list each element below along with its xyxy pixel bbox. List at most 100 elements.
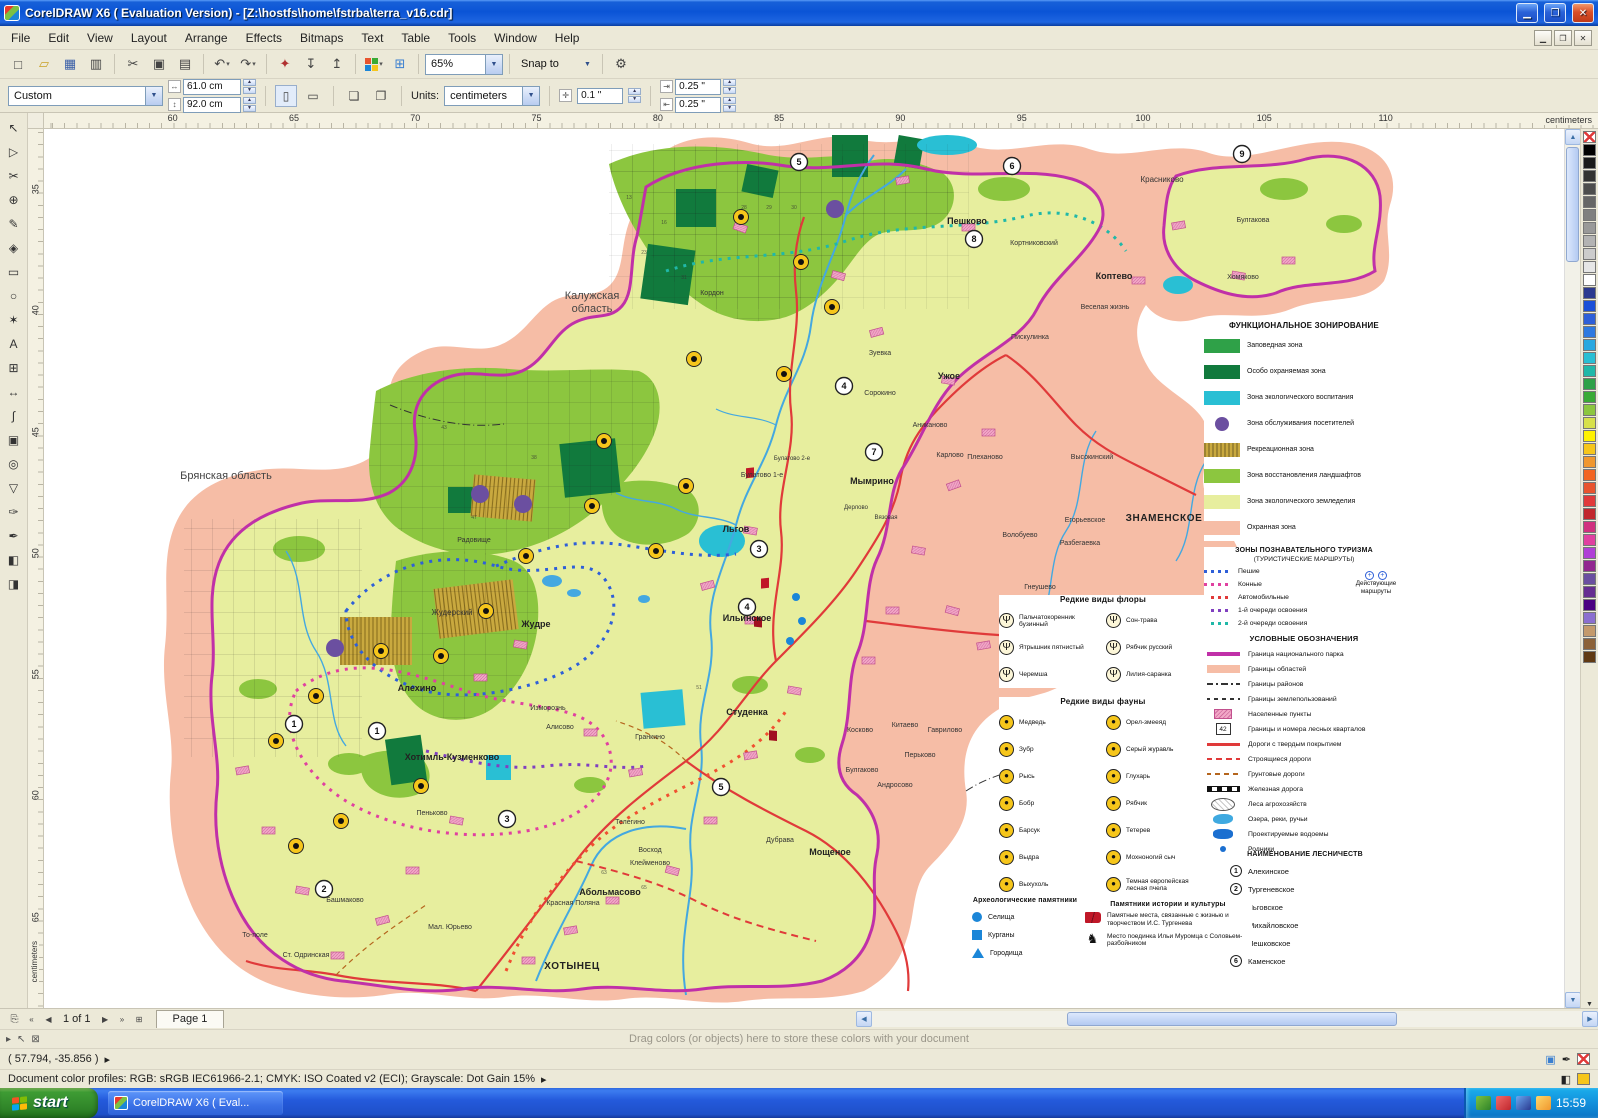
- menu-item[interactable]: Layout: [122, 28, 176, 48]
- menu-item[interactable]: Help: [546, 28, 589, 48]
- palette-swatch[interactable]: [1583, 313, 1596, 325]
- smart-fill-tool[interactable]: ◈: [2, 236, 26, 260]
- page-width-spinner[interactable]: ▲ ▼: [243, 79, 256, 94]
- portrait-button[interactable]: ▯: [275, 84, 297, 107]
- save-button[interactable]: ▦: [58, 52, 82, 76]
- ruler-origin-corner[interactable]: [28, 113, 44, 129]
- palette-swatch[interactable]: [1583, 300, 1596, 312]
- palette-eyedropper-icon[interactable]: ↖: [17, 1034, 25, 1045]
- palette-swatch[interactable]: [1583, 404, 1596, 416]
- palette-swatch[interactable]: [1583, 287, 1596, 299]
- first-page-button[interactable]: «: [23, 1011, 40, 1027]
- application-launcher-button[interactable]: ▾: [362, 52, 386, 76]
- color-eyedropper-tool[interactable]: ✑: [2, 500, 26, 524]
- vertical-scrollbar[interactable]: ▲ ▼: [1564, 129, 1581, 1008]
- close-button[interactable]: ✕: [1572, 3, 1594, 23]
- palette-swatch[interactable]: [1583, 248, 1596, 260]
- doc-minimize-button[interactable]: ▁: [1534, 30, 1552, 46]
- vertical-scroll-thumb[interactable]: [1566, 147, 1579, 262]
- redo-button[interactable]: ↷ ▾: [236, 52, 260, 76]
- menu-item[interactable]: Edit: [39, 28, 78, 48]
- landscape-button[interactable]: ▭: [302, 85, 324, 107]
- page-preset-combo[interactable]: Custom ▼: [8, 85, 163, 106]
- zoom-tool[interactable]: ⊕: [2, 188, 26, 212]
- palette-swatch[interactable]: [1583, 235, 1596, 247]
- import-button[interactable]: ↧: [299, 52, 323, 76]
- palette-swatch[interactable]: [1583, 274, 1596, 286]
- palette-swatch[interactable]: [1583, 599, 1596, 611]
- tray-icon-2[interactable]: [1495, 1096, 1511, 1110]
- polygon-tool[interactable]: ✶: [2, 308, 26, 332]
- crop-tool[interactable]: ✂: [2, 164, 26, 188]
- palette-swatch[interactable]: [1583, 339, 1596, 351]
- start-button[interactable]: start: [0, 1088, 98, 1118]
- freehand-tool[interactable]: ✎: [2, 212, 26, 236]
- palette-swatch[interactable]: [1583, 144, 1596, 156]
- units-combo[interactable]: centimeters ▼: [444, 85, 541, 106]
- palette-no-color-icon[interactable]: ⊠: [31, 1034, 39, 1045]
- open-button[interactable]: ▱: [32, 52, 56, 76]
- rectangle-tool[interactable]: ▭: [2, 260, 26, 284]
- menu-item[interactable]: Text: [352, 28, 392, 48]
- all-pages-button[interactable]: ❏: [343, 85, 365, 107]
- scroll-up-icon[interactable]: ▲: [1565, 129, 1581, 145]
- palette-swatch[interactable]: [1583, 378, 1596, 390]
- page-flip-icon[interactable]: ⎘: [6, 1011, 23, 1027]
- palette-swatch[interactable]: [1583, 586, 1596, 598]
- menu-item[interactable]: Arrange: [176, 28, 237, 48]
- palette-swatch[interactable]: [1583, 417, 1596, 429]
- menu-item[interactable]: Tools: [439, 28, 485, 48]
- minimize-button[interactable]: ▁: [1516, 3, 1538, 23]
- palette-flyout-icon[interactable]: ▸: [6, 1034, 11, 1045]
- status-expand-icon[interactable]: ▸: [105, 1053, 111, 1066]
- palette-swatch[interactable]: [1583, 170, 1596, 182]
- horizontal-ruler[interactable]: 60 65 70 75 80 85 90 95 100 105 110 centimeters: [44, 113, 1598, 129]
- next-page-button[interactable]: ▶: [97, 1011, 114, 1027]
- dimension-tool[interactable]: ↔: [2, 380, 26, 404]
- new-button[interactable]: □: [6, 52, 30, 76]
- copy-button[interactable]: ▣: [147, 52, 171, 76]
- export-button[interactable]: ↥: [325, 52, 349, 76]
- palette-swatch[interactable]: [1583, 443, 1596, 455]
- palette-swatch[interactable]: [1583, 534, 1596, 546]
- menu-item[interactable]: View: [78, 28, 122, 48]
- nudge-spinner[interactable]: ▲ ▼: [628, 88, 642, 103]
- zoom-level-combo[interactable]: 65% ▼: [425, 53, 503, 75]
- text-tool[interactable]: A: [2, 332, 26, 356]
- table-tool[interactable]: ⊞: [2, 356, 26, 380]
- drop-shadow-tool[interactable]: ▣: [2, 428, 26, 452]
- palette-swatch[interactable]: [1583, 612, 1596, 624]
- search-content-button[interactable]: ✦: [273, 52, 297, 76]
- duplicate-y-field[interactable]: 0.25 ": [675, 96, 722, 113]
- palette-swatch[interactable]: [1583, 365, 1596, 377]
- outline-pen-tool[interactable]: ✒: [2, 524, 26, 548]
- palette-swatch[interactable]: [1583, 196, 1596, 208]
- palette-swatch[interactable]: [1583, 651, 1596, 663]
- tray-icon-1[interactable]: [1475, 1096, 1491, 1110]
- last-page-button[interactable]: »: [114, 1011, 131, 1027]
- fill-tool[interactable]: ◧: [2, 548, 26, 572]
- palette-swatch[interactable]: [1583, 352, 1596, 364]
- palette-swatch[interactable]: [1583, 508, 1596, 520]
- palette-swatch[interactable]: [1583, 625, 1596, 637]
- palette-swatch[interactable]: [1583, 573, 1596, 585]
- palette-swatch[interactable]: [1583, 391, 1596, 403]
- paste-button[interactable]: ▤: [173, 52, 197, 76]
- no-color-swatch[interactable]: [1583, 131, 1596, 143]
- palette-swatch[interactable]: [1583, 157, 1596, 169]
- palette-swatch[interactable]: [1583, 222, 1596, 234]
- contour-tool[interactable]: ◎: [2, 452, 26, 476]
- page-height-spinner[interactable]: ▲ ▼: [243, 97, 256, 112]
- page-height-field[interactable]: 92.0 cm: [183, 96, 241, 113]
- nudge-offset-field[interactable]: 0.1 ": [577, 87, 624, 104]
- scroll-down-icon[interactable]: ▼: [1565, 992, 1581, 1008]
- tray-icon-3[interactable]: [1515, 1096, 1531, 1110]
- palette-swatch[interactable]: [1583, 469, 1596, 481]
- taskbar-task-coreldraw[interactable]: CorelDRAW X6 ( Eval...: [108, 1091, 283, 1115]
- transparency-tool[interactable]: ▽: [2, 476, 26, 500]
- shape-tool[interactable]: ▷: [2, 140, 26, 164]
- duplicate-y-spinner[interactable]: ▲ ▼: [723, 97, 737, 112]
- profiles-expand-icon[interactable]: ▸: [541, 1073, 547, 1086]
- palette-swatch[interactable]: [1583, 261, 1596, 273]
- palette-swatch[interactable]: [1583, 430, 1596, 442]
